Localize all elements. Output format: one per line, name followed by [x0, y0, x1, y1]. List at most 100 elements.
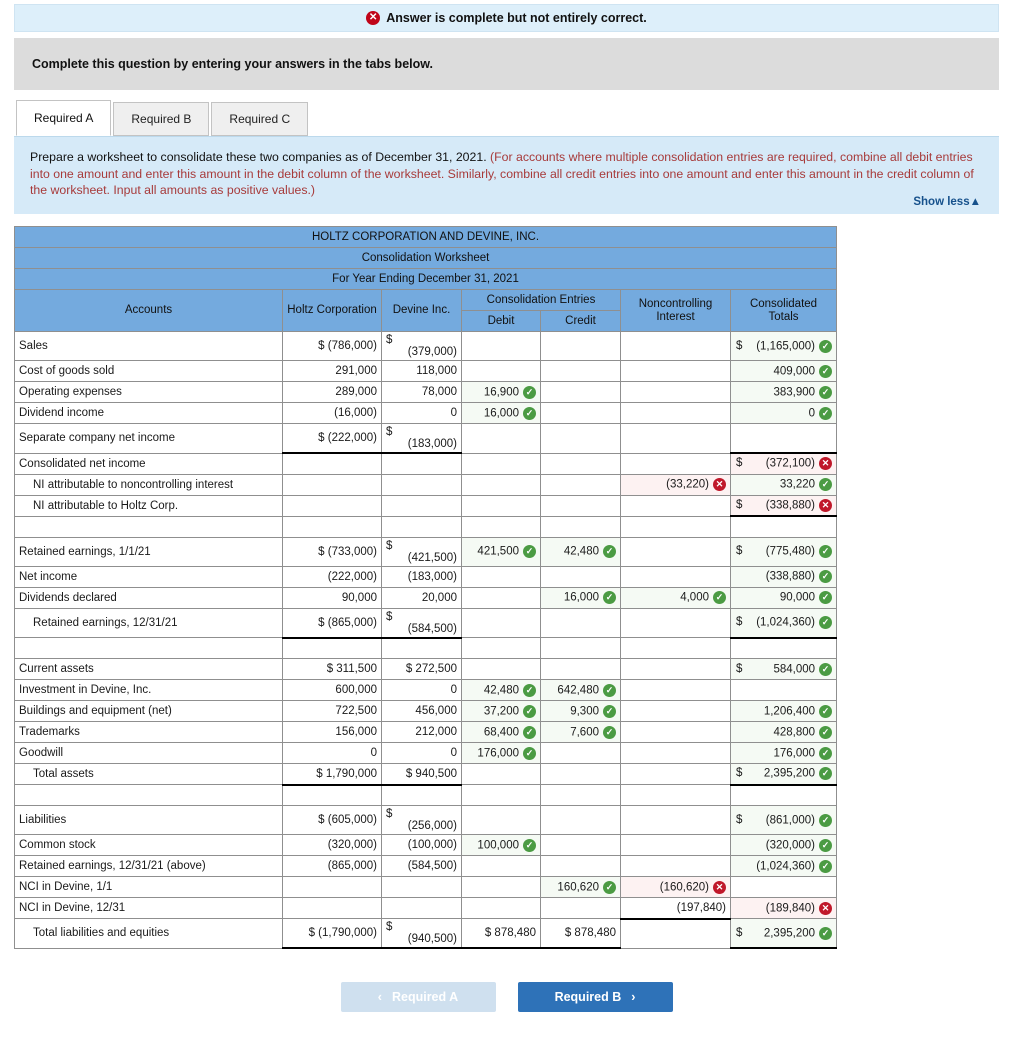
cell-credit[interactable] [540, 360, 621, 382]
cell-credit[interactable] [540, 331, 621, 361]
cell-credit[interactable] [540, 763, 621, 785]
cell-nci[interactable]: (160,620) ✕ [620, 876, 731, 898]
cell-credit[interactable]: 160,620 ✓ [540, 876, 621, 898]
cell-credit[interactable] [540, 834, 621, 856]
cell-holtz[interactable]: $ (786,000) [282, 331, 382, 361]
cell-total[interactable]: 0 ✓ [729, 402, 838, 424]
cell-holtz[interactable]: 722,500 [282, 700, 382, 722]
cell-holtz[interactable]: (865,000) [282, 855, 382, 877]
cell-total[interactable]: 90,000 ✓ [729, 586, 838, 609]
cell-debit[interactable] [461, 360, 541, 382]
cell-devine[interactable]: 456,000 [381, 700, 462, 722]
cell-nci[interactable] [620, 834, 731, 856]
cell-debit[interactable] [461, 855, 541, 877]
cell-debit[interactable]: 16,000 ✓ [461, 402, 541, 424]
cell-total[interactable]: $ (775,480) ✓ [729, 536, 838, 567]
cell-total[interactable]: 176,000 ✓ [729, 742, 838, 764]
cell-total[interactable]: 383,900 ✓ [729, 381, 838, 403]
cell-nci[interactable] [620, 494, 731, 517]
cell-total[interactable]: (320,000) ✓ [729, 834, 838, 856]
cell-nci[interactable] [620, 679, 731, 701]
cell-holtz[interactable] [282, 473, 382, 496]
cell-debit[interactable] [461, 805, 541, 835]
cell-credit[interactable] [540, 855, 621, 877]
cell-credit[interactable] [540, 742, 621, 764]
cell-holtz[interactable] [282, 452, 382, 475]
cell-debit[interactable] [461, 586, 541, 609]
tab-required-a[interactable]: Required A [16, 100, 112, 136]
cell-nci[interactable] [620, 607, 731, 638]
cell-devine[interactable] [381, 452, 462, 475]
cell-total[interactable]: $ (372,100) ✕ [729, 452, 838, 475]
cell-debit[interactable] [461, 897, 541, 919]
cell-credit[interactable] [540, 494, 621, 517]
cell-nci[interactable]: 4,000 ✓ [620, 586, 731, 609]
cell-devine[interactable]: $ 272,500 [381, 658, 462, 680]
cell-devine[interactable]: (584,500) [381, 855, 462, 877]
cell-nci[interactable] [620, 763, 731, 785]
cell-holtz[interactable]: $ (865,000) [282, 607, 382, 639]
cell-devine[interactable]: $ (584,500) [381, 607, 462, 639]
cell-nci[interactable] [620, 805, 731, 835]
cell-holtz[interactable] [282, 876, 382, 898]
cell-credit[interactable]: 42,480 ✓ [540, 536, 621, 567]
cell-total[interactable]: $2,395,200 ✓ [729, 918, 838, 949]
cell-debit[interactable]: $ 878,480 [461, 918, 541, 949]
cell-nci[interactable]: (33,220) ✕ [620, 473, 731, 496]
cell-debit[interactable]: 421,500 ✓ [461, 536, 541, 567]
cell-debit[interactable] [461, 876, 541, 898]
cell-total[interactable] [729, 423, 838, 454]
cell-devine[interactable]: 212,000 [381, 721, 462, 743]
cell-total[interactable]: $ (1,024,360) ✓ [729, 607, 838, 639]
cell-devine[interactable]: 118,000 [381, 360, 462, 382]
cell-nci[interactable] [620, 423, 731, 454]
cell-credit[interactable]: 7,600 ✓ [540, 721, 621, 743]
cell-holtz[interactable]: 0 [282, 742, 382, 764]
cell-nci[interactable] [620, 452, 731, 475]
cell-devine[interactable]: $ (940,500) [381, 918, 462, 949]
cell-debit[interactable] [461, 452, 541, 475]
cell-debit[interactable] [461, 658, 541, 680]
cell-total[interactable]: $ (861,000) ✓ [729, 805, 838, 835]
cell-nci[interactable] [620, 402, 731, 424]
cell-devine[interactable]: $ 940,500 [381, 763, 462, 786]
cell-devine[interactable]: $ (183,000) [381, 423, 462, 454]
cell-credit[interactable]: 642,480 ✓ [540, 679, 621, 701]
cell-credit[interactable] [540, 607, 621, 638]
cell-nci[interactable] [620, 331, 731, 361]
cell-credit[interactable] [540, 423, 621, 454]
cell-nci[interactable] [620, 536, 731, 567]
cell-debit[interactable]: 100,000 ✓ [461, 834, 541, 856]
cell-total[interactable]: $ (1,165,000) ✓ [729, 331, 838, 361]
tab-required-c[interactable]: Required C [211, 102, 309, 136]
cell-total[interactable]: (189,840) ✕ [729, 897, 838, 919]
cell-nci[interactable] [620, 381, 731, 403]
cell-debit[interactable]: 176,000 ✓ [461, 742, 541, 764]
cell-credit[interactable] [540, 805, 621, 835]
cell-debit[interactable]: 68,400 ✓ [461, 721, 541, 743]
cell-total[interactable]: 409,000 ✓ [729, 360, 838, 382]
cell-debit[interactable]: 16,900 ✓ [461, 381, 541, 403]
cell-devine[interactable]: 0 [381, 742, 462, 764]
cell-holtz[interactable]: $ (733,000) [282, 536, 382, 567]
cell-holtz[interactable]: 600,000 [282, 679, 382, 701]
cell-devine[interactable]: $ (379,000) [381, 331, 462, 361]
cell-credit[interactable] [540, 452, 621, 475]
cell-total[interactable]: (338,880) ✓ [729, 565, 838, 588]
cell-devine[interactable] [381, 876, 462, 898]
cell-devine[interactable]: 78,000 [381, 381, 462, 403]
cell-holtz[interactable]: $ 1,790,000 [282, 763, 382, 786]
cell-total[interactable]: 33,220 ✓ [729, 473, 838, 496]
cell-credit[interactable] [540, 658, 621, 680]
cell-holtz[interactable]: (16,000) [282, 402, 382, 424]
cell-holtz[interactable]: 291,000 [282, 360, 382, 382]
cell-debit[interactable] [461, 494, 541, 517]
cell-debit[interactable] [461, 763, 541, 785]
cell-holtz[interactable]: 289,000 [282, 381, 382, 403]
cell-total[interactable]: $584,000 ✓ [729, 658, 838, 680]
cell-holtz[interactable]: 90,000 [282, 586, 382, 609]
cell-holtz[interactable] [282, 897, 382, 919]
cell-holtz[interactable]: $ (1,790,000) [282, 918, 382, 949]
cell-credit[interactable] [540, 473, 621, 496]
cell-nci[interactable] [620, 742, 731, 764]
